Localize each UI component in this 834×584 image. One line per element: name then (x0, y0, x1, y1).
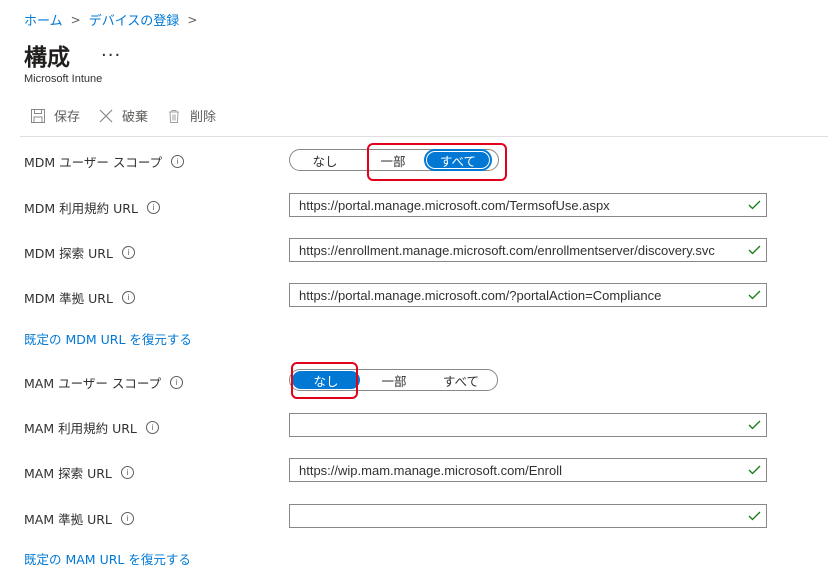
mam-scope-option-some[interactable]: 一部 (360, 371, 428, 389)
mdm-discovery-url-value: https://enrollment.manage.microsoft.com/… (299, 242, 715, 258)
breadcrumb-home[interactable]: ホーム (24, 10, 63, 29)
info-icon[interactable]: i (146, 201, 160, 214)
checkmark-icon (746, 200, 762, 210)
info-icon[interactable]: i (120, 466, 134, 479)
checkmark-icon (746, 511, 762, 521)
mam-user-scope-label: MAM ユーザー スコープ i (24, 373, 184, 392)
mdm-terms-text: MDM 利用規約 URL (24, 201, 138, 216)
info-icon[interactable]: i (121, 246, 135, 259)
mam-terms-label: MAM 利用規約 URL i (24, 418, 159, 437)
chevron-right-icon: > (187, 12, 198, 27)
mam-discovery-text: MAM 探索 URL (24, 466, 112, 481)
mam-compliance-label: MAM 準拠 URL i (24, 509, 134, 528)
mdm-user-scope-text: MDM ユーザー スコープ (24, 155, 163, 170)
mdm-discovery-text: MDM 探索 URL (24, 246, 113, 261)
checkmark-icon (746, 245, 762, 255)
save-label: 保存 (54, 110, 81, 125)
page-subtitle: Microsoft Intune (24, 73, 103, 85)
toolbar-divider (20, 136, 828, 137)
mam-terms-url-field[interactable] (289, 413, 767, 437)
mam-discovery-url-value: https://wip.mam.manage.microsoft.com/Enr… (299, 462, 562, 478)
info-icon[interactable]: i (171, 155, 185, 168)
mam-compliance-text: MAM 準拠 URL (24, 512, 112, 527)
chevron-right-icon: > (70, 12, 81, 27)
mam-terms-text: MAM 利用規約 URL (24, 421, 137, 436)
info-icon[interactable]: i (121, 291, 135, 304)
save-button[interactable]: 保存 (30, 106, 80, 125)
mdm-discovery-label: MDM 探索 URL i (24, 243, 135, 262)
mdm-compliance-text: MDM 準拠 URL (24, 291, 113, 306)
checkmark-icon (746, 290, 762, 300)
mdm-discovery-url-field[interactable]: https://enrollment.manage.microsoft.com/… (289, 238, 767, 262)
mdm-terms-label: MDM 利用規約 URL i (24, 198, 160, 217)
mam-user-scope-text: MAM ユーザー スコープ (24, 376, 162, 391)
discard-button[interactable]: 破棄 (98, 106, 148, 125)
page-title: 構成 (24, 45, 70, 71)
delete-label: 削除 (190, 110, 217, 125)
mdm-user-scope-label: MDM ユーザー スコープ i (24, 152, 185, 171)
mam-compliance-url-field[interactable] (289, 504, 767, 528)
mdm-scope-option-none[interactable]: なし (290, 151, 360, 169)
highlight-box (291, 362, 358, 399)
mdm-terms-url-field[interactable]: https://portal.manage.microsoft.com/Term… (289, 193, 767, 217)
delete-button[interactable]: 削除 (166, 106, 216, 125)
save-icon (31, 108, 45, 123)
toolbar: 保存 破棄 削除 (30, 106, 234, 125)
mdm-compliance-url-field[interactable]: https://portal.manage.microsoft.com/?por… (289, 283, 767, 307)
more-options-button[interactable]: ... (101, 40, 121, 61)
info-icon[interactable]: i (120, 512, 134, 525)
mdm-terms-url-value: https://portal.manage.microsoft.com/Term… (299, 197, 610, 213)
checkmark-icon (746, 465, 762, 475)
mam-discovery-label: MAM 探索 URL i (24, 463, 134, 482)
info-icon[interactable]: i (145, 421, 159, 434)
mam-scope-option-all[interactable]: すべて (428, 371, 494, 389)
trash-icon (169, 109, 180, 123)
breadcrumb-device-enrollment[interactable]: デバイスの登録 (89, 10, 180, 29)
close-icon (99, 109, 113, 122)
restore-mam-urls-link[interactable]: 既定の MAM URL を復元する (24, 549, 191, 568)
discard-label: 破棄 (122, 110, 149, 125)
mdm-compliance-url-value: https://portal.manage.microsoft.com/?por… (299, 287, 662, 303)
info-icon[interactable]: i (170, 376, 184, 389)
restore-mdm-urls-link[interactable]: 既定の MDM URL を復元する (24, 329, 192, 348)
mam-discovery-url-field[interactable]: https://wip.mam.manage.microsoft.com/Enr… (289, 458, 767, 482)
highlight-box (367, 143, 507, 181)
mdm-compliance-label: MDM 準拠 URL i (24, 288, 135, 307)
checkmark-icon (746, 420, 762, 430)
breadcrumb: ホーム > デバイスの登録 > (24, 10, 205, 30)
